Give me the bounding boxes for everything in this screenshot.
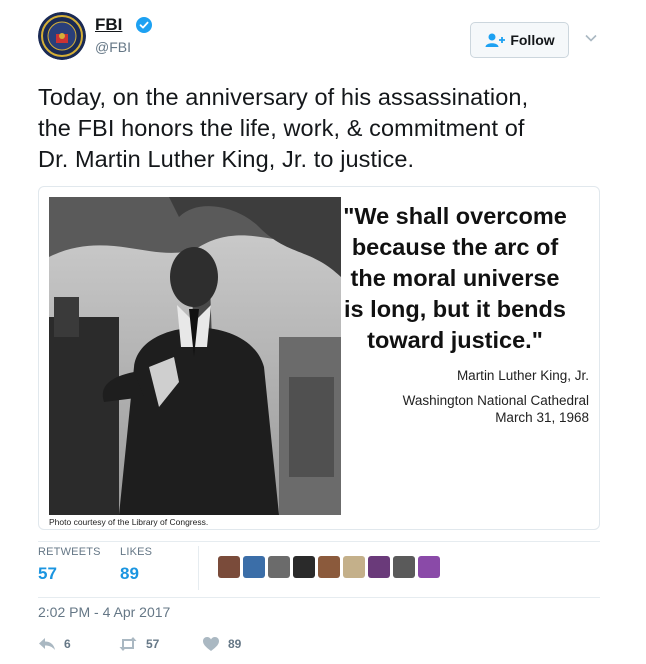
quote-text: "We shall overcome because the arc of th…	[309, 201, 599, 356]
liker-avatar[interactable]	[268, 556, 290, 578]
divider	[38, 541, 600, 542]
follow-user-icon	[484, 32, 506, 48]
quote-line: toward justice."	[367, 327, 543, 353]
tweet-text: Today, on the anniversary of his assassi…	[38, 82, 618, 175]
tweet-media-card[interactable]: Photo courtesy of the Library of Congres…	[38, 186, 600, 530]
liker-avatar[interactable]	[243, 556, 265, 578]
reply-icon	[39, 638, 55, 650]
liker-avatar[interactable]	[318, 556, 340, 578]
liker-avatar[interactable]	[218, 556, 240, 578]
retweet-count: 57	[146, 637, 160, 651]
divider	[38, 597, 600, 598]
tweet-text-line: Dr. Martin Luther King, Jr. to justice.	[38, 146, 415, 172]
like-count: 89	[228, 637, 242, 651]
reply-count: 6	[64, 637, 71, 651]
chevron-down-icon[interactable]	[584, 31, 598, 45]
tweet-actions: 6 57 89	[38, 636, 600, 656]
tweet-text-line: the FBI honors the life, work, & commitm…	[38, 115, 525, 141]
likes-count[interactable]: 89	[120, 564, 139, 584]
fbi-seal-avatar[interactable]	[38, 12, 86, 60]
retweets-count[interactable]: 57	[38, 564, 57, 584]
account-name[interactable]: FBI	[95, 15, 122, 35]
reply-button[interactable]: 6	[38, 636, 71, 652]
quote-line: because the arc of	[351, 234, 559, 260]
mlk-photo[interactable]	[49, 197, 341, 515]
stats-divider	[198, 546, 199, 590]
quote-speaker: Martin Luther King, Jr.	[456, 368, 589, 383]
quote-line: "We shall overcome	[343, 203, 567, 229]
account-handle[interactable]: @FBI	[95, 38, 131, 56]
tweet-header: FBI @FBI Follow	[38, 12, 618, 72]
retweet-button[interactable]: 57	[118, 636, 159, 652]
verified-badge-icon	[136, 17, 152, 33]
liker-avatar[interactable]	[368, 556, 390, 578]
retweet-icon	[119, 637, 137, 651]
follow-label: Follow	[510, 32, 555, 48]
follow-button[interactable]: Follow	[470, 22, 569, 58]
quote-line: is long, but it bends	[344, 296, 566, 322]
heart-icon	[203, 637, 219, 651]
liker-avatar[interactable]	[343, 556, 365, 578]
tweet-stats: RETWEETS 57 LIKES 89	[38, 546, 600, 596]
quote-venue: Washington National Cathedral	[402, 393, 589, 408]
liker-avatar[interactable]	[393, 556, 415, 578]
tweet-timestamp[interactable]: 2:02 PM - 4 Apr 2017	[38, 604, 170, 620]
likes-label: LIKES	[120, 546, 153, 558]
retweets-label: RETWEETS	[38, 546, 101, 558]
quote-date: March 31, 1968	[495, 410, 589, 425]
like-button[interactable]: 89	[202, 636, 241, 652]
photo-credit: Photo courtesy of the Library of Congres…	[49, 517, 209, 527]
liker-avatar[interactable]	[418, 556, 440, 578]
liker-avatar[interactable]	[293, 556, 315, 578]
tweet-text-line: Today, on the anniversary of his assassi…	[38, 84, 529, 110]
quote-line: the moral universe	[350, 265, 560, 291]
liker-avatars	[218, 556, 443, 578]
